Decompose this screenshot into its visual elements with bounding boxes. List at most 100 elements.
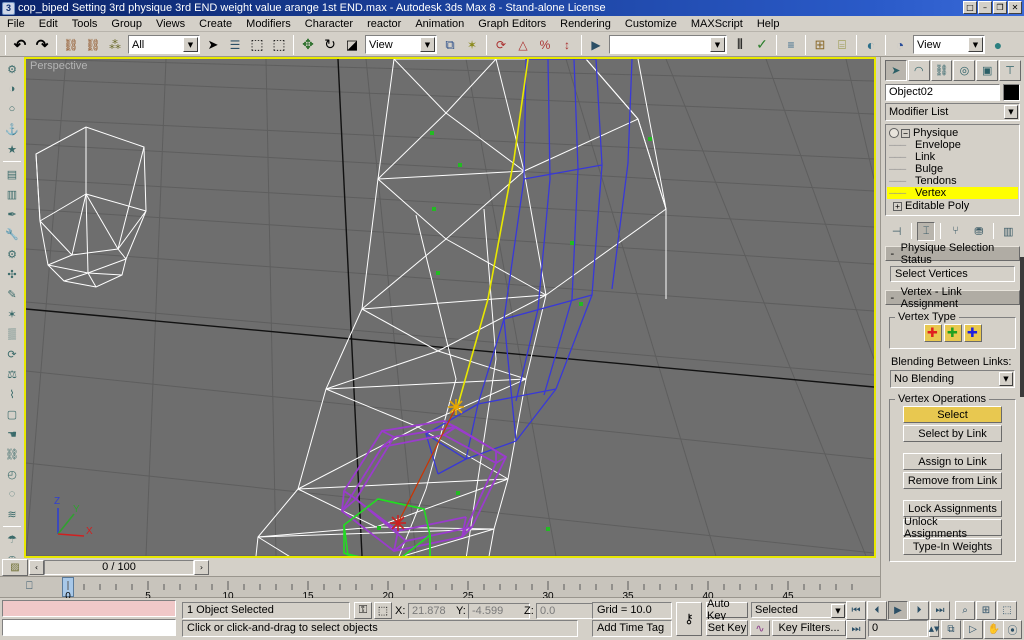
- current-frame-field[interactable]: 0: [868, 620, 928, 637]
- show-end-result-button[interactable]: ⌶: [917, 221, 936, 241]
- snaps-toggle-button[interactable]: ⟳: [490, 33, 512, 56]
- set-skin-pose-icon[interactable]: ○: [2, 99, 23, 119]
- undo-button[interactable]: ↶: [9, 33, 31, 56]
- character-assembly-icon[interactable]: ⚙: [2, 59, 23, 79]
- create-tab[interactable]: ➤: [885, 59, 907, 81]
- chevron-down-icon[interactable]: ▼: [831, 604, 845, 618]
- arc-rotate-button[interactable]: ⦿: [1003, 620, 1022, 639]
- percent-snap-toggle-button[interactable]: %: [534, 33, 556, 56]
- hierarchy-tab[interactable]: ⛓: [930, 59, 953, 81]
- modifier-stack-item-physique[interactable]: − Physique: [887, 127, 1018, 139]
- biped-icon[interactable]: ★: [2, 139, 23, 159]
- menu-item-rendering[interactable]: Rendering: [553, 17, 618, 31]
- window-crossing-toggle-button[interactable]: ⬚: [268, 33, 290, 56]
- play-animation-button[interactable]: ▶: [888, 601, 908, 620]
- close-window-button[interactable]: ✕: [1008, 1, 1022, 14]
- use-pivot-point-center-button[interactable]: ⧉: [439, 33, 461, 56]
- pivot-icon[interactable]: ✶: [2, 304, 23, 324]
- pan-button[interactable]: ✋: [984, 620, 1004, 639]
- menu-item-group[interactable]: Group: [104, 17, 149, 31]
- rollout-header-physique-selection-status[interactable]: - Physique Selection Status: [885, 242, 1020, 266]
- auto-key-button[interactable]: Auto Key: [706, 598, 748, 622]
- menu-item-views[interactable]: Views: [149, 17, 192, 31]
- object-properties-icon[interactable]: ▥: [2, 184, 23, 204]
- set-key-button[interactable]: Set Key: [706, 620, 748, 636]
- perspective-viewport[interactable]: Perspective Z Y X: [24, 57, 876, 558]
- skin-pose-icon[interactable]: ◑: [2, 79, 23, 99]
- clock-icon[interactable]: ◴: [2, 464, 23, 484]
- menu-item-modifiers[interactable]: Modifiers: [239, 17, 298, 31]
- remove-from-link-button[interactable]: Remove from Link: [903, 472, 1002, 489]
- pin-stack-button[interactable]: ⊣: [887, 221, 906, 241]
- next-frame-button[interactable]: ⏵: [909, 601, 929, 620]
- menu-item-help[interactable]: Help: [750, 17, 787, 31]
- go-to-start-button[interactable]: ⏮: [846, 601, 866, 620]
- unlock-assignments-button[interactable]: Unlock Assignments: [903, 516, 1002, 540]
- next-frame-button[interactable]: ›: [194, 559, 209, 575]
- named-selection-sets-combo[interactable]: ▼: [609, 35, 727, 54]
- lock-assignments-button[interactable]: Lock Assignments: [903, 500, 1002, 517]
- chevron-down-icon[interactable]: ▼: [420, 37, 435, 52]
- wrench-tool-icon[interactable]: 🔧: [2, 224, 23, 244]
- hand-tool-icon[interactable]: ☚: [2, 424, 23, 444]
- move-gizmo-icon[interactable]: ✣: [2, 264, 23, 284]
- motion-tab[interactable]: ◎: [953, 59, 976, 81]
- modifier-stack-item-vertex[interactable]: ─── Vertex: [887, 187, 1018, 199]
- assign-to-link-button[interactable]: Assign to Link: [903, 453, 1002, 470]
- menu-item-animation[interactable]: Animation: [408, 17, 471, 31]
- key-filters-mode-dropdown[interactable]: Selected ▼: [751, 602, 847, 618]
- menu-item-edit[interactable]: Edit: [32, 17, 65, 31]
- current-frame-display[interactable]: 0 / 100: [44, 559, 194, 575]
- angle-snap-toggle-button[interactable]: △: [512, 33, 534, 56]
- selection-filter-combo[interactable]: All ▼: [128, 35, 200, 54]
- minimize-window-button[interactable]: –: [978, 1, 992, 14]
- modifier-list-dropdown[interactable]: Modifier List ▼: [885, 103, 1020, 121]
- select-button[interactable]: Select: [903, 406, 1002, 423]
- previous-frame-button[interactable]: ‹: [29, 559, 44, 575]
- mirror-button[interactable]: ⦀: [729, 33, 751, 56]
- vertex-type-green-button[interactable]: ✚: [943, 324, 962, 342]
- curve-editor-button[interactable]: ⊞: [809, 33, 831, 56]
- render-scene-dialog-button[interactable]: ◔: [889, 33, 911, 56]
- command-panel-scrollbar[interactable]: [1020, 257, 1024, 397]
- redo-button[interactable]: ↷: [31, 33, 53, 56]
- chevron-down-icon[interactable]: ▼: [999, 372, 1013, 386]
- absolute-relative-transform-toggle-button[interactable]: ⬚: [374, 602, 392, 619]
- add-time-tag-button[interactable]: Add Time Tag: [592, 620, 672, 637]
- configure-modifier-sets-button[interactable]: ▥: [999, 221, 1018, 241]
- time-configuration-button[interactable]: ⧉: [941, 620, 961, 639]
- circle-tool-icon[interactable]: ◌: [2, 484, 23, 504]
- box-icon[interactable]: ▢: [2, 404, 23, 424]
- expand-collapse-icon[interactable]: −: [901, 128, 910, 138]
- rollout-expander-icon[interactable]: -: [889, 291, 896, 304]
- schematic-view-button[interactable]: ⌸: [831, 33, 853, 56]
- menu-item-customize[interactable]: Customize: [618, 17, 684, 31]
- key-mode-toggle-nav-button[interactable]: ⏭: [846, 620, 866, 639]
- chevron-down-icon[interactable]: ▼: [710, 37, 725, 52]
- select-by-name-button[interactable]: ☰: [224, 33, 246, 56]
- select-and-manipulate-button[interactable]: ✶: [461, 33, 483, 56]
- remove-modifier-button[interactable]: ⛃: [969, 221, 988, 241]
- frame-spinner[interactable]: ▲▼: [929, 620, 939, 637]
- modifier-stack-item-tendons[interactable]: ─── Tendons: [887, 175, 1018, 187]
- spinner-snap-toggle-button[interactable]: ↕: [556, 33, 578, 56]
- render-type-combo[interactable]: View ▼: [913, 35, 985, 54]
- menu-item-reactor[interactable]: reactor: [360, 17, 408, 31]
- layer-manager-button[interactable]: ≡: [780, 33, 802, 56]
- select-and-link-button[interactable]: ⛓: [60, 33, 82, 56]
- chevron-down-icon[interactable]: ▼: [968, 37, 983, 52]
- zoom-extents-button[interactable]: ⬚: [997, 601, 1017, 620]
- set-key-curve-icon[interactable]: ∿: [750, 620, 770, 636]
- align-grid-icon[interactable]: ▒: [2, 324, 23, 344]
- z-coordinate-field[interactable]: 0.0: [536, 603, 598, 619]
- modifier-stack-item-link[interactable]: ─── Link: [887, 151, 1018, 163]
- select-by-link-button[interactable]: Select by Link: [903, 425, 1002, 442]
- vertex-type-red-button[interactable]: ✚: [923, 324, 942, 342]
- key-filters-button[interactable]: Key Filters...: [772, 620, 846, 636]
- named-selection-sets-icon[interactable]: ▶: [585, 33, 607, 56]
- rectangular-selection-region-button[interactable]: ⬚: [246, 33, 268, 56]
- reference-coordinate-system-combo[interactable]: View ▼: [365, 35, 437, 54]
- field-of-view-button[interactable]: ▷: [963, 620, 983, 639]
- material-editor-button[interactable]: ◐: [860, 33, 882, 56]
- chevron-down-icon[interactable]: ▼: [1004, 105, 1018, 119]
